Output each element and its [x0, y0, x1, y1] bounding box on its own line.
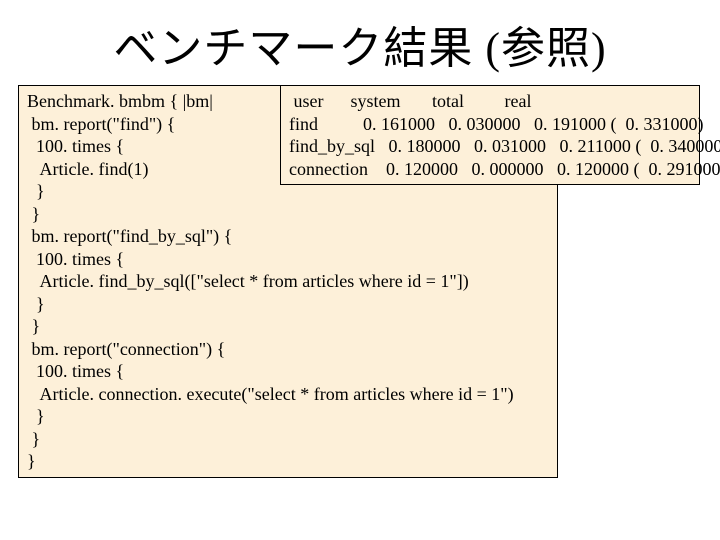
- slide-title: ベンチマーク結果 (参照): [0, 12, 720, 76]
- slide: ベンチマーク結果 (参照) Benchmark. bmbm { |bm| bm.…: [0, 0, 720, 540]
- results-block: user system total real find 0. 161000 0.…: [280, 85, 700, 185]
